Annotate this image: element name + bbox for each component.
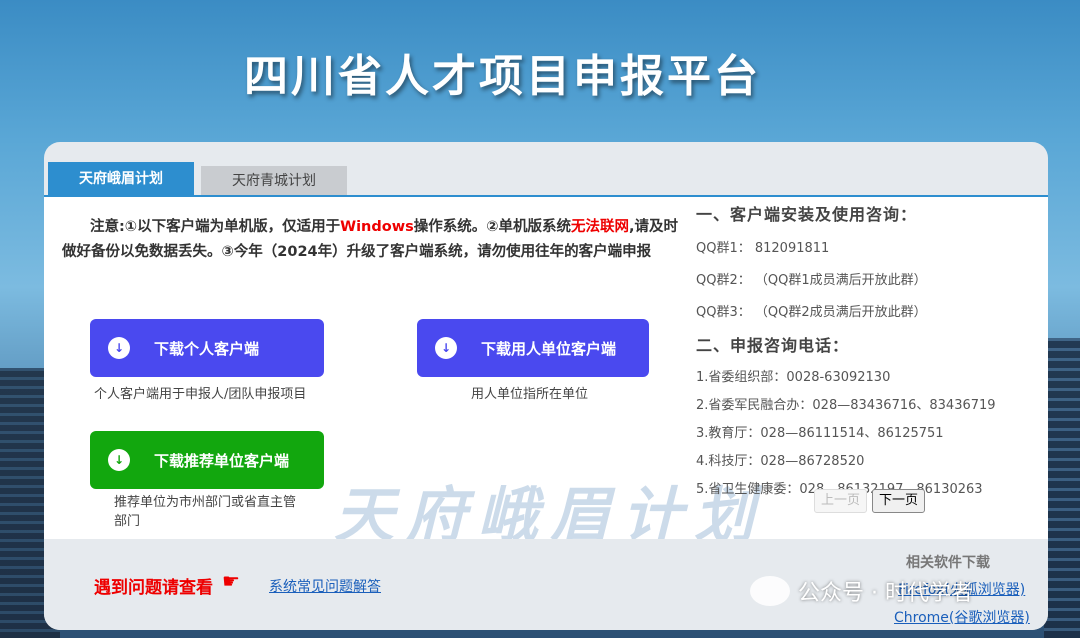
tab-tianfu-emei[interactable]: 天府峨眉计划 xyxy=(48,162,194,196)
download-employer-label: 下载用人单位客户端 xyxy=(481,339,617,358)
download-arrow-icon: ↓ xyxy=(108,337,130,359)
consult-column: 一、客户端安装及使用咨询： QQ群1： 812091811 QQ群2： （QQ群… xyxy=(696,201,1042,497)
chrome-link[interactable]: Chrome(谷歌浏览器) xyxy=(894,607,1030,627)
section1-title: 一、客户端安装及使用咨询： xyxy=(696,205,918,224)
personal-caption: 个人客户端用于申报人/团队申报项目 xyxy=(94,387,307,402)
related-software-title: 相关软件下载 xyxy=(906,555,990,571)
main-panel: 天府峨眉计划 天府青城计划 注意:①以下客户端为单机版，仅适用于Windows操… xyxy=(44,142,1048,630)
tab-content: 注意:①以下客户端为单机版，仅适用于Windows操作系统。②单机版系统无法联网… xyxy=(44,197,1048,551)
qq-group-2: QQ群2： （QQ群1成员满后开放此群） xyxy=(696,273,927,288)
qq-group-1: QQ群1： 812091811 xyxy=(696,241,830,256)
section2-title: 二、申报咨询电话： xyxy=(696,336,850,355)
notice-text: 注意:①以下客户端为单机版，仅适用于Windows操作系统。②单机版系统无法联网… xyxy=(62,215,680,265)
phone-3: 3.教育厅：028—86111514、86125751 xyxy=(696,426,944,441)
faq-link[interactable]: 系统常见问题解答 xyxy=(269,576,381,596)
phone-4: 4.科技厅：028—86728520 xyxy=(696,454,865,469)
phone-1: 1.省委组织部：0028-63092130 xyxy=(696,370,891,385)
notice-part1: 注意:①以下客户端为单机版，仅适用于 xyxy=(90,219,341,235)
next-page-button[interactable]: 下一页 xyxy=(872,489,926,513)
phone-5: 5.省卫生健康委：028—86132197、86130263 xyxy=(696,478,1042,497)
qq-group-3: QQ群3： （QQ群2成员满后开放此群） xyxy=(696,305,927,320)
download-recommender-button[interactable]: ↓ 下载推荐单位客户端 xyxy=(90,431,324,489)
wechat-icon xyxy=(750,576,790,606)
download-employer-button[interactable]: ↓ 下载用人单位客户端 xyxy=(417,319,649,377)
notice-part2: 操作系统。②单机版系统 xyxy=(413,219,572,235)
download-arrow-icon: ↓ xyxy=(108,449,130,471)
download-personal-button[interactable]: ↓ 下载个人客户端 xyxy=(90,319,324,377)
notice-windows: Windows xyxy=(340,219,414,235)
pointing-hand-icon: ☛ xyxy=(222,569,240,593)
site-title: 四川省人才项目申报平台 xyxy=(244,51,761,102)
firefox-link[interactable]: Firefox(火狐浏览器) xyxy=(898,579,1025,599)
recommender-caption: 推荐单位为市州部门或省直主管部门 xyxy=(114,495,297,529)
download-recommender-label: 下载推荐单位客户端 xyxy=(154,451,290,470)
skyline-right xyxy=(1044,338,1080,638)
notice-no-network: 无法联网 xyxy=(571,219,630,235)
download-personal-label: 下载个人客户端 xyxy=(154,339,260,358)
employer-caption: 用人单位指所在单位 xyxy=(471,387,589,402)
download-arrow-icon: ↓ xyxy=(435,337,457,359)
prev-page-button[interactable]: 上一页 xyxy=(814,489,868,513)
phone-2: 2.省委军民融合办：028—83436716、83436719 xyxy=(696,398,996,413)
footer: 遇到问题请查看 ☛ 系统常见问题解答 相关软件下载 Firefox(火狐浏览器)… xyxy=(44,539,1048,630)
help-label: 遇到问题请查看 xyxy=(94,578,213,598)
tab-tianfu-qingcheng[interactable]: 天府青城计划 xyxy=(201,166,347,196)
